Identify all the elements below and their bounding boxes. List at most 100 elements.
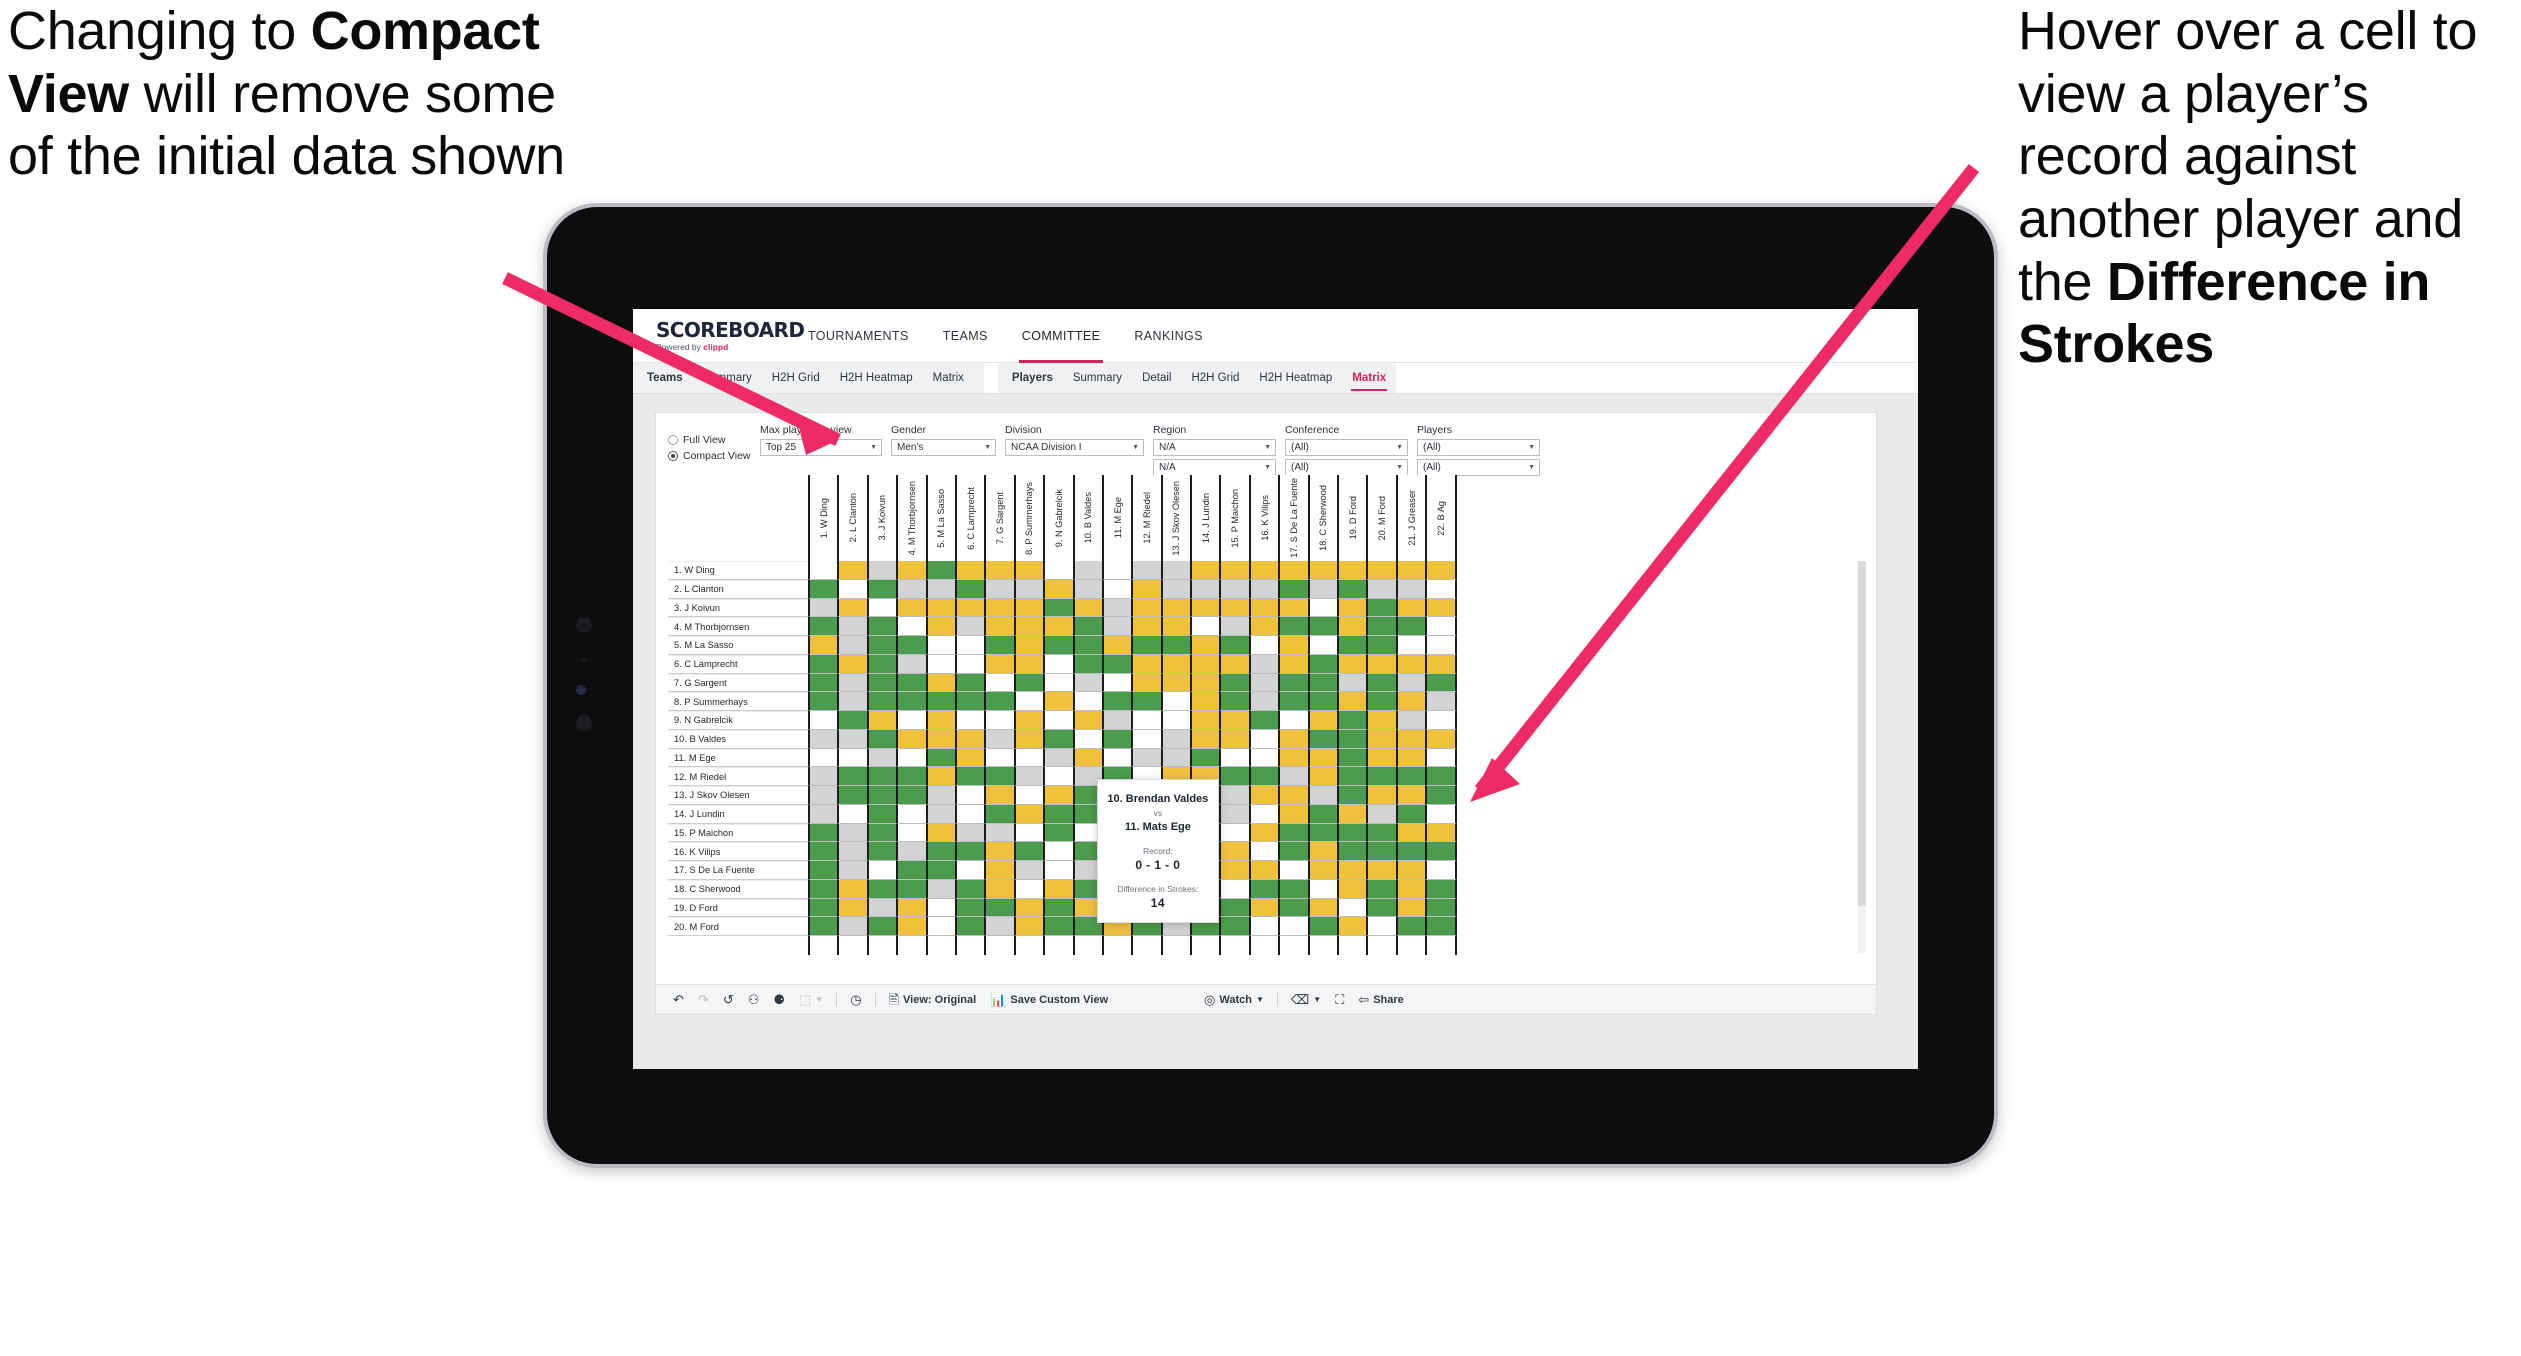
matrix-cell[interactable] (954, 823, 987, 843)
matrix-cell[interactable] (1072, 579, 1104, 599)
matrix-cell[interactable] (1072, 561, 1104, 580)
matrix-cell[interactable] (896, 711, 928, 730)
matrix-cell[interactable] (1278, 579, 1310, 599)
matrix-cell[interactable] (808, 692, 840, 711)
matrix-cell[interactable] (1278, 692, 1310, 711)
matrix-col-header[interactable]: 5. M La Sasso (925, 475, 957, 561)
matrix-cell[interactable] (1248, 842, 1281, 861)
matrix-cell[interactable] (954, 636, 987, 655)
matrix-cell[interactable] (925, 673, 957, 693)
matrix-cell[interactable] (984, 804, 1016, 824)
matrix-cell[interactable] (1248, 917, 1281, 936)
matrix-col-header[interactable]: 1. W Ding (808, 475, 840, 561)
matrix-cell[interactable] (896, 823, 928, 843)
matrix-cell[interactable] (896, 598, 928, 618)
matrix-cell[interactable] (808, 598, 840, 618)
matrix-cell[interactable] (984, 786, 1016, 805)
matrix-row-label[interactable]: 18. C Sherwood (668, 879, 808, 899)
matrix-cell[interactable] (925, 617, 957, 636)
matrix-cell[interactable] (808, 673, 840, 693)
matrix-cell[interactable] (984, 917, 1016, 936)
matrix-cell[interactable] (837, 729, 869, 749)
matrix-cell[interactable] (1072, 692, 1104, 711)
matrix-cell[interactable] (1101, 579, 1134, 599)
matrix-cell[interactable] (866, 654, 899, 674)
matrix-cell[interactable] (1101, 617, 1134, 636)
matrix-cell[interactable] (1395, 842, 1428, 861)
matrix-cell[interactable] (1337, 767, 1369, 786)
matrix-cell[interactable] (866, 748, 899, 768)
matrix-cell[interactable] (1013, 898, 1046, 918)
scoreboard-logo[interactable]: SCOREBOARD Powered by clippd (633, 320, 805, 352)
matrix-cell[interactable] (1043, 898, 1075, 918)
matrix-cell[interactable] (896, 692, 928, 711)
matrix-cell[interactable] (866, 636, 899, 655)
matrix-cell[interactable] (925, 823, 957, 843)
view-original-button[interactable]: 🖹 View: Original (882, 985, 984, 1015)
matrix-cell[interactable] (1219, 748, 1251, 768)
matrix-cell[interactable] (1013, 692, 1046, 711)
matrix-cell[interactable] (896, 861, 928, 880)
matrix-cell[interactable] (1072, 673, 1104, 693)
tab-summary[interactable]: Summary (1063, 363, 1132, 393)
matrix-cell[interactable] (1395, 804, 1428, 824)
matrix-cell[interactable] (1160, 579, 1193, 599)
matrix-cell[interactable] (925, 804, 957, 824)
matrix-cell[interactable] (1278, 804, 1310, 824)
matrix-cell[interactable] (1395, 579, 1428, 599)
select-division[interactable]: NCAA Division I ▼ (1005, 439, 1144, 456)
matrix-cell[interactable] (1395, 786, 1428, 805)
matrix-cell[interactable] (1366, 561, 1398, 580)
matrix-col-header[interactable]: 11. M Ege (1101, 475, 1134, 561)
matrix-cell[interactable] (1425, 598, 1457, 618)
matrix-cell[interactable] (1219, 842, 1251, 861)
matrix-cell[interactable] (1013, 561, 1046, 580)
matrix-cell[interactable] (837, 767, 869, 786)
matrix-cell[interactable] (954, 654, 987, 674)
matrix-cell[interactable] (866, 879, 899, 899)
select-conference-2[interactable]: (All) ▼ (1285, 459, 1408, 476)
matrix-cell[interactable] (984, 579, 1016, 599)
matrix-cell[interactable] (1278, 598, 1310, 618)
matrix-row-label[interactable]: 6. C Lamprecht (668, 654, 808, 674)
matrix-cell[interactable] (1101, 692, 1134, 711)
matrix-cell[interactable] (1043, 767, 1075, 786)
matrix-cell[interactable] (1278, 654, 1310, 674)
tab-h2h-heatmap[interactable]: H2H Heatmap (830, 363, 923, 393)
matrix-row-label[interactable]: 13. J Skov Olesen (668, 786, 808, 805)
matrix-cell[interactable] (1160, 617, 1193, 636)
matrix-cell[interactable] (1013, 861, 1046, 880)
matrix-cell[interactable] (1307, 579, 1340, 599)
matrix-cell[interactable] (1366, 729, 1398, 749)
matrix-cell[interactable] (1219, 579, 1251, 599)
matrix-cell[interactable] (1013, 748, 1046, 768)
matrix-cell[interactable] (1248, 598, 1281, 618)
matrix-cell[interactable] (1043, 692, 1075, 711)
matrix-cell[interactable] (1248, 823, 1281, 843)
matrix-cell[interactable] (925, 767, 957, 786)
matrix-cell[interactable] (1160, 673, 1193, 693)
matrix-cell[interactable] (1425, 917, 1457, 936)
matrix-cell[interactable] (808, 654, 840, 674)
matrix-cell[interactable] (1337, 654, 1369, 674)
matrix-cell[interactable] (984, 898, 1016, 918)
matrix-cell[interactable] (1013, 879, 1046, 899)
matrix-cell[interactable] (1190, 711, 1222, 730)
matrix-cell[interactable] (1307, 786, 1340, 805)
matrix-cell[interactable] (1425, 729, 1457, 749)
matrix-cell[interactable] (1395, 767, 1428, 786)
select-max-players-in-view[interactable]: Top 25 ▼ (760, 439, 882, 456)
matrix-cell[interactable] (1395, 879, 1428, 899)
matrix-cell[interactable] (896, 786, 928, 805)
matrix-cell[interactable] (1337, 917, 1369, 936)
download-button[interactable]: ⌫ ▼ (1284, 985, 1328, 1015)
matrix-cell[interactable] (1307, 879, 1340, 899)
matrix-cell[interactable] (1425, 673, 1457, 693)
matrix-cell[interactable] (1425, 617, 1457, 636)
matrix-cell[interactable] (808, 579, 840, 599)
matrix-row-label[interactable]: 8. P Summerhays (668, 692, 808, 711)
matrix-cell[interactable] (866, 617, 899, 636)
matrix-cell[interactable] (1219, 636, 1251, 655)
matrix-cell[interactable] (1337, 823, 1369, 843)
matrix-cell[interactable] (896, 729, 928, 749)
